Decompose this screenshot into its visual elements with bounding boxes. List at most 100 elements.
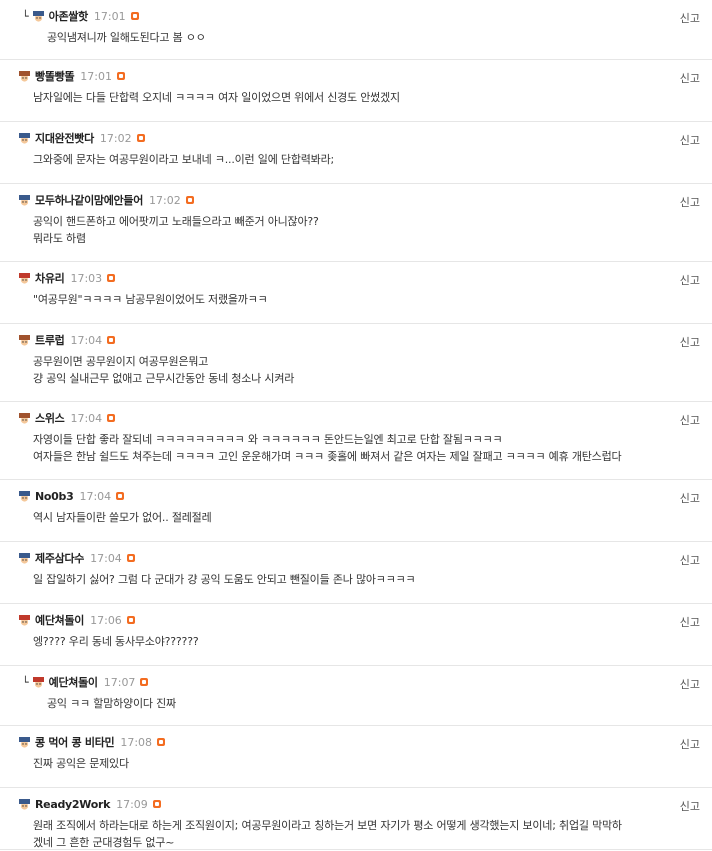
comment-text-line: 공무원이면 공무원이지 여공무원은뭐고	[33, 355, 209, 368]
report-button[interactable]: 신고	[680, 70, 700, 86]
comment-time: 17:04	[79, 489, 112, 503]
report-button[interactable]: 신고	[680, 736, 700, 752]
comment-item: └ 아존쌀핫 17:01 신고 공익냄져니까 일해도된다고 봄 ㅇㅇ	[0, 0, 712, 60]
comment-nickname[interactable]: 예단쳐돌이	[49, 674, 98, 690]
new-badge-icon	[140, 678, 149, 686]
report-button[interactable]: 신고	[680, 798, 700, 814]
comment-text-line: 자영이들 단합 좋라 잘되네 ㅋㅋㅋㅋㅋㅋㅋㅋㅋ 와 ㅋㅋㅋㅋㅋㅋ 돈안드는일엔…	[33, 433, 503, 446]
comment-nickname[interactable]: 예단쳐돌이	[35, 612, 84, 628]
comment-nickname[interactable]: 차유리	[35, 270, 65, 286]
comment-item: 지대완전빳다 17:02 신고 그와중에 문자는 여공무원이라고 보내네 ㅋ...이런…	[0, 122, 712, 184]
avatar-icon	[19, 132, 30, 144]
comment-item: 차유리 17:03 신고 "여공무원"ㅋㅋㅋㅋ 남공무원이었어도 저랬을까ㅋㅋ	[0, 262, 712, 324]
report-button[interactable]: 신고	[680, 490, 700, 506]
comment-text-line: 엥???? 우리 동네 동사무소야??????	[33, 635, 199, 648]
comment-nickname[interactable]: 트루럽	[35, 332, 65, 348]
avatar-icon	[19, 798, 30, 810]
report-button[interactable]: 신고	[680, 194, 700, 210]
reply-arrow-icon: └	[22, 675, 29, 689]
comment-nickname[interactable]: 스위스	[35, 410, 65, 426]
comment-header: No0b3 17:04	[18, 488, 125, 504]
comment-header: 모두하나같이맘에안들어 17:02	[18, 192, 194, 208]
comment-item: 모두하나같이맘에안들어 17:02 신고공익이 핸드폰하고 에어팟끼고 노래들으라고…	[0, 184, 712, 262]
comment-header: 스위스 17:04	[18, 410, 116, 426]
comment-text-line: 역시 남자들이란 쓸모가 없어.. 절레절레	[33, 511, 212, 524]
comment-text-line: "여공무원"ㅋㅋㅋㅋ 남공무원이었어도 저랬을까ㅋㅋ	[33, 293, 268, 306]
comment-body: 진짜 공익은 문제있다	[33, 755, 129, 772]
comment-time: 17:07	[103, 675, 136, 689]
avatar-icon	[19, 334, 30, 346]
comment-nickname[interactable]: Ready2Work	[35, 798, 110, 811]
comment-text-line: 공익이 핸드폰하고 에어팟끼고 노래들으라고 빼준거 아니잖아??	[33, 215, 319, 228]
comment-time: 17:02	[149, 193, 181, 207]
avatar-icon	[19, 552, 30, 564]
comment-body: 역시 남자들이란 쓸모가 없어.. 절레절레	[33, 509, 212, 526]
comment-text-line: 원래 조직에서 하라는대로 하는게 조직원이지; 여공무원이라고 칭하는거 보면…	[33, 819, 622, 832]
comment-header: 빵똘빵똘 17:01	[18, 68, 125, 84]
comment-text-line: 겠네 그 흔한 군대경험두 없구~	[33, 836, 175, 849]
new-badge-icon	[185, 196, 194, 204]
comment-time: 17:03	[70, 271, 103, 285]
comment-time: 17:09	[116, 797, 148, 811]
report-button[interactable]: 신고	[680, 10, 700, 26]
avatar-icon	[32, 676, 44, 688]
comment-time: 17:04	[90, 551, 122, 565]
new-badge-icon	[152, 800, 161, 808]
comment-item: 트루럽 17:04 신고공무원이면 공무원이지 여공무원은뭐고걍 공익 실내근무 없…	[0, 324, 712, 402]
comment-nickname[interactable]: No0b3	[35, 490, 74, 503]
comment-body: 원래 조직에서 하라는대로 하는게 조직원이지; 여공무원이라고 칭하는거 보면…	[33, 817, 622, 851]
comment-body: 일 잡일하기 싫어? 그럼 다 군대가 걍 공익 도움도 안되고 뺀질이들 존나…	[33, 571, 416, 588]
comment-header: 지대완전빳다 17:02	[18, 130, 145, 146]
avatar-icon	[19, 272, 30, 284]
comment-nickname[interactable]: 제주삼다수	[35, 550, 84, 566]
comment-text-line: 걍 공익 실내근무 없애고 근무시간동안 동네 청소나 시켜라	[33, 372, 295, 385]
comment-header: 예단쳐돌이 17:06	[18, 612, 135, 628]
comment-body: 공익냄져니까 일해도된다고 봄 ㅇㅇ	[47, 29, 206, 46]
report-button[interactable]: 신고	[680, 614, 700, 630]
comment-body: 엥???? 우리 동네 동사무소야??????	[33, 633, 199, 650]
comment-body: 자영이들 단합 좋라 잘되네 ㅋㅋㅋㅋㅋㅋㅋㅋㅋ 와 ㅋㅋㅋㅋㅋㅋ 돈안드는일엔…	[33, 431, 622, 465]
comment-item: Ready2Work 17:09 신고원래 조직에서 하라는대로 하는게 조직원이지…	[0, 788, 712, 850]
reply-arrow-icon: └	[22, 9, 29, 23]
avatar-icon	[19, 194, 30, 206]
comment-header: └ 예단쳐돌이 17:07	[22, 674, 149, 690]
comment-body: 공무원이면 공무원이지 여공무원은뭐고걍 공익 실내근무 없애고 근무시간동안 …	[33, 353, 294, 387]
new-badge-icon	[126, 616, 135, 624]
comment-item: 예단쳐돌이 17:06 신고엥???? 우리 동네 동사무소야??????	[0, 604, 712, 666]
comment-item: No0b3 17:04 신고역시 남자들이란 쓸모가 없어.. 절레절레	[0, 480, 712, 542]
new-badge-icon	[136, 134, 145, 142]
comment-nickname[interactable]: 콩 먹어 콩 비타민	[35, 734, 115, 750]
comment-header: 트루럽 17:04	[18, 332, 116, 348]
report-button[interactable]: 신고	[680, 132, 700, 148]
comment-nickname[interactable]: 지대완전빳다	[35, 130, 94, 146]
report-button[interactable]: 신고	[680, 676, 700, 692]
new-badge-icon	[116, 72, 125, 80]
report-button[interactable]: 신고	[680, 552, 700, 568]
comment-body: 남자일에는 다들 단합력 오지네 ㅋㅋㅋㅋ 여자 일이었으면 위에서 신경도 안…	[33, 89, 400, 106]
new-badge-icon	[130, 12, 139, 20]
report-button[interactable]: 신고	[680, 412, 700, 428]
comment-time: 17:04	[70, 333, 103, 347]
new-badge-icon	[107, 274, 116, 282]
comment-nickname[interactable]: 모두하나같이맘에안들어	[35, 192, 143, 208]
comment-nickname[interactable]: 아존쌀핫	[49, 8, 89, 24]
comment-header: 콩 먹어 콩 비타민 17:08	[18, 734, 166, 750]
avatar-icon	[19, 490, 30, 502]
comment-item: 스위스 17:04 신고자영이들 단합 좋라 잘되네 ㅋㅋㅋㅋㅋㅋㅋㅋㅋ 와 ㅋㅋㅋ…	[0, 402, 712, 480]
comment-header: 제주삼다수 17:04	[18, 550, 135, 566]
comment-item: 제주삼다수 17:04 신고일 잡일하기 싫어? 그럼 다 군대가 걍 공익 도움도…	[0, 542, 712, 604]
avatar-icon	[19, 614, 30, 626]
comment-time: 17:02	[99, 131, 132, 145]
comment-time: 17:01	[80, 69, 112, 83]
new-badge-icon	[157, 738, 166, 746]
comment-text-line: 남자일에는 다들 단합력 오지네 ㅋㅋㅋㅋ 여자 일이었으면 위에서 신경도 안…	[33, 91, 400, 104]
comment-text-line: 뭐라도 하렴	[33, 232, 86, 245]
avatar-icon	[19, 70, 30, 82]
comment-text-line: 공익냄져니까 일해도된다고 봄 ㅇㅇ	[47, 31, 206, 44]
avatar-icon	[32, 10, 44, 22]
report-button[interactable]: 신고	[680, 272, 700, 288]
comment-time: 17:06	[90, 613, 122, 627]
report-button[interactable]: 신고	[680, 334, 700, 350]
comment-nickname[interactable]: 빵똘빵똘	[35, 68, 75, 84]
comment-item: 콩 먹어 콩 비타민 17:08 신고진짜 공익은 문제있다	[0, 726, 712, 788]
